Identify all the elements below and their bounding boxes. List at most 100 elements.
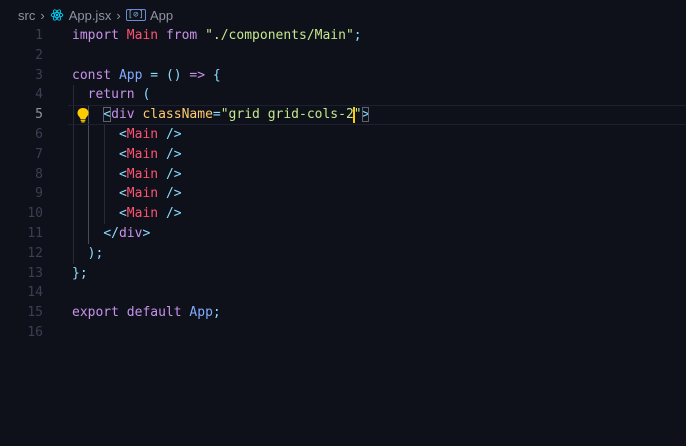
code-line[interactable]: 15 export default App; — [0, 303, 686, 323]
line-number: 12 — [27, 245, 43, 261]
breadcrumb-folder[interactable]: src — [18, 8, 35, 23]
line-content[interactable]: <div className="grid grid-cols-2"> — [72, 105, 370, 125]
code-line[interactable]: 10 <Main /> — [0, 204, 686, 224]
line-number: 14 — [27, 285, 43, 301]
line-number: 2 — [35, 47, 43, 63]
line-number: 15 — [27, 305, 43, 321]
code-token: ; — [95, 245, 104, 261]
code-token: Main — [126, 206, 159, 222]
breadcrumb-file[interactable]: App.jsx — [50, 7, 112, 23]
code-line[interactable]: 12 ); — [0, 243, 686, 264]
code-token: = — [212, 107, 221, 123]
breadcrumb-symbol[interactable]: [⊘] App — [125, 7, 174, 23]
code-line[interactable]: 7 <Main /> — [0, 144, 686, 165]
code-token: > — [361, 107, 370, 123]
lightbulb-icon[interactable] — [76, 107, 90, 123]
code-token: < — [118, 166, 127, 182]
line-number: 5 — [35, 107, 43, 123]
line-content[interactable]: <Main /> — [72, 145, 182, 165]
line-content[interactable]: import Main from "./components/Main"; — [72, 26, 362, 46]
code-token: Main — [126, 126, 159, 142]
code-token: ; — [353, 28, 362, 43]
breadcrumb-file-label: App.jsx — [68, 7, 112, 23]
code-token: Main — [126, 166, 159, 182]
code-token: const — [72, 67, 112, 83]
code-token: "grid grid-cols-2 — [220, 107, 354, 123]
code-token: < — [103, 107, 112, 123]
line-content[interactable]: ); — [72, 244, 104, 264]
chevron-right-icon: › — [40, 7, 45, 23]
line-number: 1 — [35, 28, 43, 43]
line-number: 4 — [35, 87, 43, 103]
code-token: > — [142, 225, 151, 241]
line-content[interactable]: <Main /> — [72, 204, 182, 224]
code-token: } — [72, 265, 80, 281]
code-line[interactable]: 5 <div className="grid grid-cols-2"> — [0, 105, 686, 125]
code-line[interactable]: 6 <Main /> — [0, 124, 686, 145]
code-token: < — [118, 146, 127, 162]
code-token: ; — [79, 265, 88, 281]
line-content[interactable]: }; — [72, 264, 88, 284]
code-line[interactable]: 11 </div> — [0, 223, 686, 244]
react-icon — [50, 9, 63, 21]
code-line[interactable]: 14 — [0, 283, 686, 303]
code-token: => — [189, 67, 206, 83]
code-token: /> — [165, 126, 182, 142]
code-token: export — [72, 305, 119, 321]
line-content[interactable]: const App = () => { — [72, 66, 221, 86]
code-line[interactable]: 8 <Main /> — [0, 164, 686, 185]
line-number: 11 — [27, 225, 43, 241]
code-token: Main — [126, 186, 159, 202]
code-token: Main — [126, 146, 159, 162]
line-content[interactable]: return ( — [72, 85, 151, 105]
code-token: () — [165, 67, 182, 83]
chevron-right-icon: › — [116, 7, 121, 23]
code-token: return — [87, 87, 135, 103]
code-token: from — [165, 28, 198, 43]
line-content[interactable]: </div> — [72, 224, 150, 244]
line-number: 10 — [27, 206, 43, 222]
code-token: /> — [165, 206, 182, 222]
code-token: /> — [165, 166, 182, 182]
code-line[interactable]: 3 const App = () => { — [0, 66, 686, 86]
code-line[interactable]: 4 return ( — [0, 85, 686, 106]
line-content[interactable]: <Main /> — [72, 165, 182, 185]
line-content[interactable]: <Main /> — [72, 184, 182, 204]
code-token: = — [150, 67, 159, 83]
code-line[interactable]: 13}; — [0, 264, 686, 284]
code-editor[interactable]: src › App.jsx › [⊘] App 1 import Main fro… — [0, 0, 686, 446]
code-token: App — [189, 305, 213, 321]
code-lines[interactable]: 1 import Main from "./components/Main"; 2 3… — [0, 26, 686, 343]
code-token: import — [72, 28, 119, 43]
line-number: 9 — [35, 186, 43, 202]
line-content[interactable]: <Main /> — [72, 125, 182, 145]
code-line[interactable]: 9 <Main /> — [0, 184, 686, 205]
code-line[interactable]: 16 — [0, 323, 686, 343]
line-number: 16 — [27, 324, 43, 340]
breadcrumb-folder-label: src — [18, 7, 36, 23]
code-token: className — [142, 107, 213, 123]
code-line[interactable]: 2 — [0, 46, 686, 66]
line-number: 8 — [35, 166, 43, 182]
breadcrumb-symbol-label: App — [149, 7, 174, 23]
line-number: 6 — [35, 126, 43, 142]
code-line[interactable]: 1 import Main from "./components/Main"; — [0, 26, 686, 46]
code-token: < — [118, 126, 127, 142]
code-token: div — [118, 225, 143, 241]
line-content[interactable]: export default App; — [72, 303, 221, 323]
